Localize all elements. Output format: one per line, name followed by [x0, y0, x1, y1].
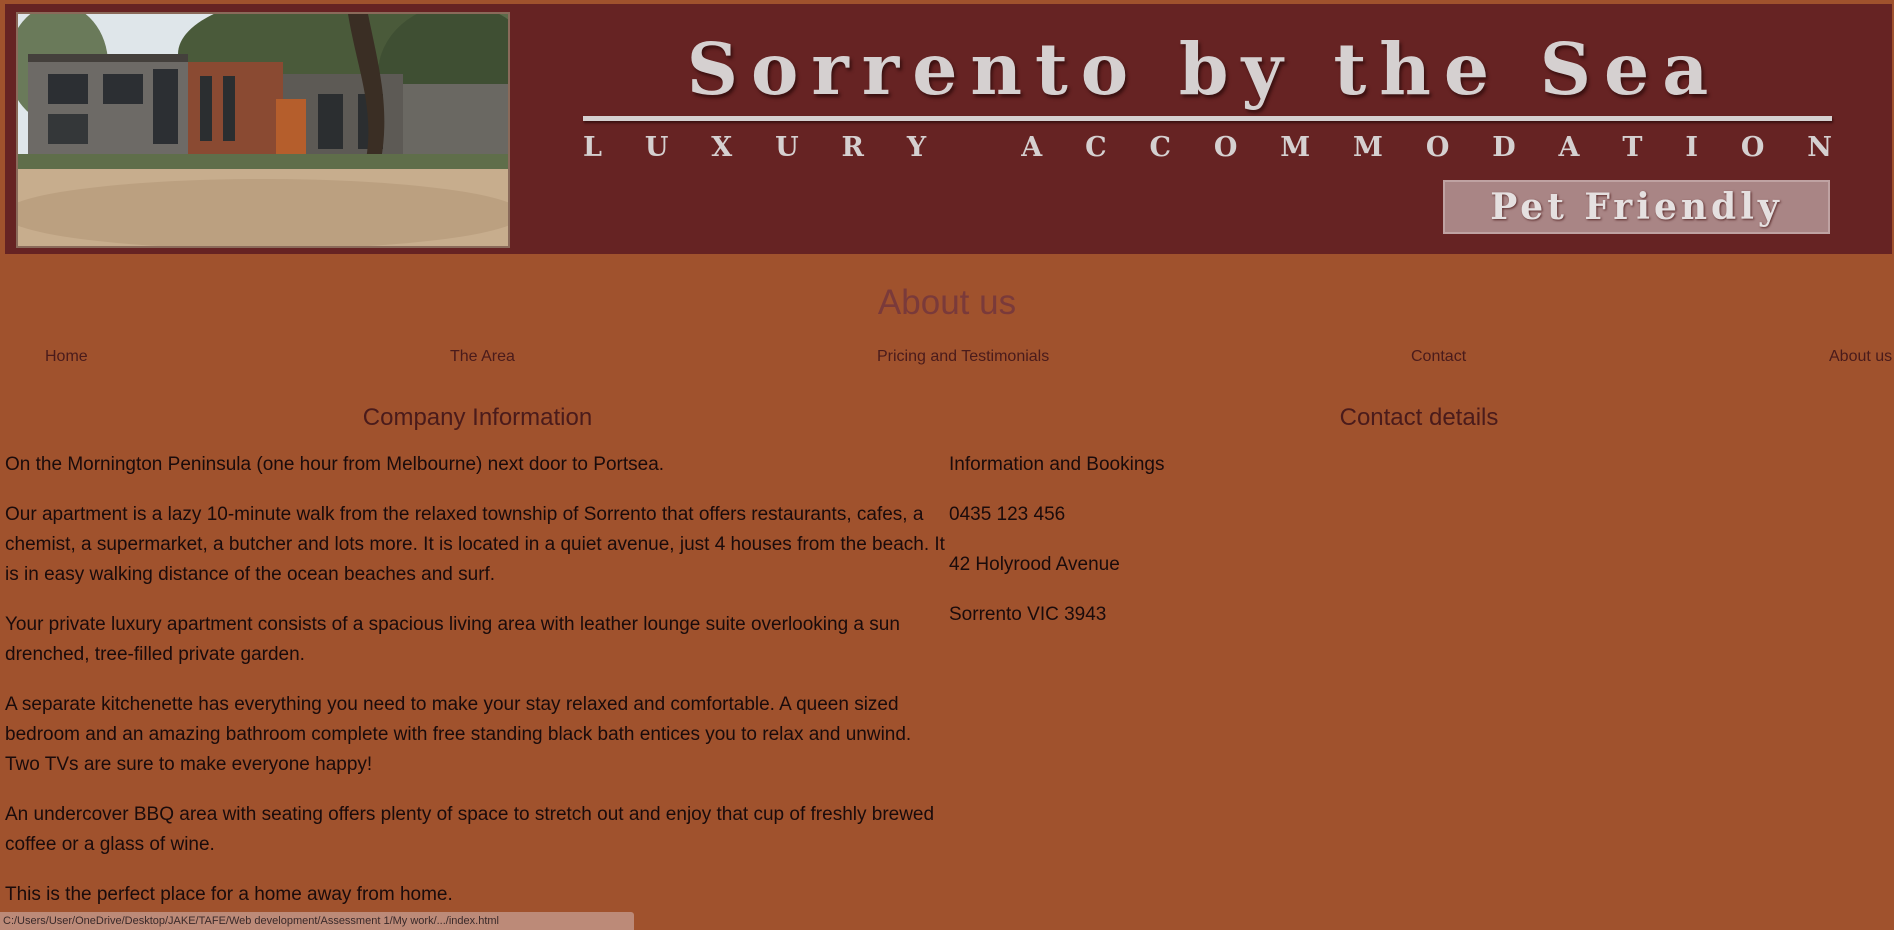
building-photo — [16, 12, 510, 248]
company-info-section: On the Mornington Peninsula (one hour fr… — [5, 450, 950, 930]
brand-subtitle-letter: T — [1622, 132, 1643, 163]
brand-subtitle-letter: N — [1807, 132, 1832, 163]
brand-title: Sorrento by the Sea — [686, 27, 1722, 111]
brand-subtitle-letter: U — [775, 132, 799, 163]
brand-subtitle-letter: O — [1740, 132, 1765, 163]
brand-subtitle-letter: O — [1213, 132, 1238, 163]
brand-subtitle-letter: I — [1685, 132, 1698, 163]
company-paragraph: Your private luxury apartment consists o… — [5, 614, 900, 665]
company-paragraph: Our apartment is a lazy 10-minute walk f… — [5, 504, 945, 585]
contact-street: 42 Holyrood Avenue — [949, 554, 1120, 575]
nav-link-pricing-testimonials[interactable]: Pricing and Testimonials — [877, 348, 1049, 366]
page-title: About us — [877, 283, 1017, 322]
brand-subtitle-letter: R — [841, 132, 864, 163]
brand-subtitle-letter: L — [583, 132, 602, 163]
contact-details-section: Information and Bookings 0435 123 456 42… — [949, 450, 1549, 650]
main-nav: Home The Area Pricing and Testimonials C… — [0, 348, 1894, 368]
nav-link-about-us[interactable]: About us — [1829, 348, 1892, 366]
brand-divider — [583, 116, 1832, 121]
brand-subtitle-letter: A — [1558, 132, 1580, 163]
company-paragraph: An undercover BBQ area with seating offe… — [5, 804, 935, 855]
brand-subtitle-letter: D — [1492, 132, 1516, 163]
nav-link-the-area[interactable]: The Area — [450, 348, 515, 366]
brand-subtitle-letter: Y — [906, 132, 927, 163]
nav-link-home[interactable]: Home — [45, 348, 88, 366]
brand-subtitle-letter: M — [1353, 132, 1383, 163]
site-banner: Sorrento by the Sea L U X U R Y A C C O M M O D A T I O N… — [5, 4, 1892, 254]
brand-subtitle: LUXURY ACCOMMODATION — [583, 134, 1832, 161]
brand-subtitle-letter: X — [711, 132, 733, 163]
contact-suburb: Sorrento VIC 3943 — [949, 604, 1107, 625]
contact-info-label: Information and Bookings — [949, 454, 1165, 475]
company-info-heading: Company Information — [362, 404, 593, 431]
nav-link-contact[interactable]: Contact — [1411, 348, 1466, 366]
brand-subtitle-letter: A — [1021, 132, 1043, 163]
pet-friendly-badge: Pet Friendly — [1443, 180, 1830, 234]
brand-subtitle-letter: M — [1280, 132, 1311, 163]
brand-subtitle-letter: C — [1149, 132, 1172, 163]
company-paragraph: On the Mornington Peninsula (one hour fr… — [5, 454, 665, 475]
company-paragraph: This is the perfect place for a home awa… — [5, 884, 453, 905]
brand-subtitle-letter — [969, 134, 978, 161]
brand-subtitle-letter: O — [1425, 132, 1450, 163]
company-paragraph: A separate kitchenette has everything yo… — [5, 694, 912, 775]
brand-subtitle-letter: U — [644, 132, 669, 163]
brand-subtitle-letter: C — [1085, 132, 1107, 163]
contact-phone: 0435 123 456 — [949, 504, 1066, 525]
contact-details-heading: Contact details — [1339, 404, 1499, 431]
browser-status-bar: C:/Users/User/OneDrive/Desktop/JAKE/TAFE… — [0, 912, 634, 930]
